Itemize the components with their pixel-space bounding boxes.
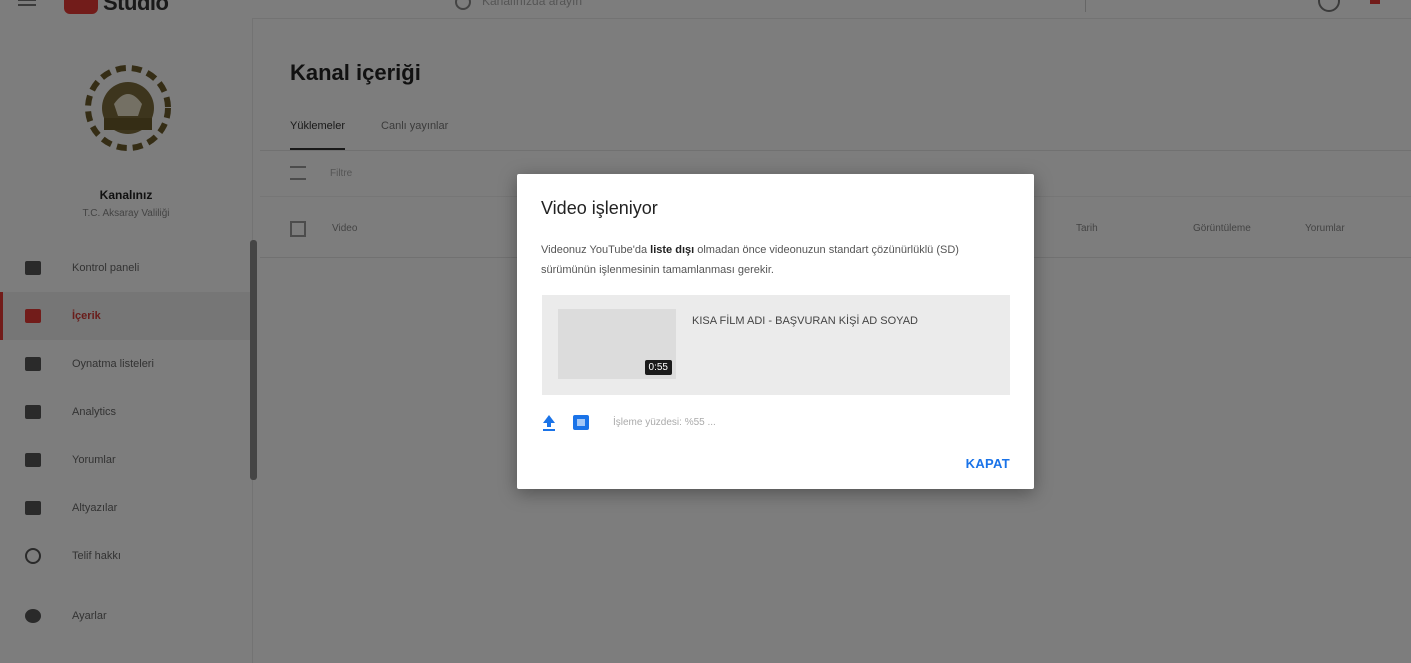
processing-dialog: Video işleniyor Videonuz YouTube'da list… bbox=[517, 174, 1034, 489]
video-thumbnail: 0:55 bbox=[558, 309, 676, 379]
dialog-title: Video işleniyor bbox=[541, 198, 658, 218]
sd-quality-icon bbox=[573, 415, 589, 430]
close-button[interactable]: KAPAT bbox=[966, 456, 1010, 471]
video-title: KISA FİLM ADI - BAŞVURAN KİŞİ AD SOYAD bbox=[692, 315, 918, 327]
video-card: 0:55 KISA FİLM ADI - BAŞVURAN KİŞİ AD SO… bbox=[542, 295, 1010, 395]
processing-progress: İşleme yüzdesi: %55 ... bbox=[613, 417, 716, 428]
upload-icon bbox=[543, 415, 555, 431]
dialog-message-bold: liste dışı bbox=[650, 244, 695, 256]
video-duration: 0:55 bbox=[644, 360, 672, 375]
dialog-message-prefix: Videonuz YouTube'da bbox=[541, 244, 651, 256]
dialog-message: Videonuz YouTube'da liste dışı olmadan ö… bbox=[541, 240, 1011, 280]
